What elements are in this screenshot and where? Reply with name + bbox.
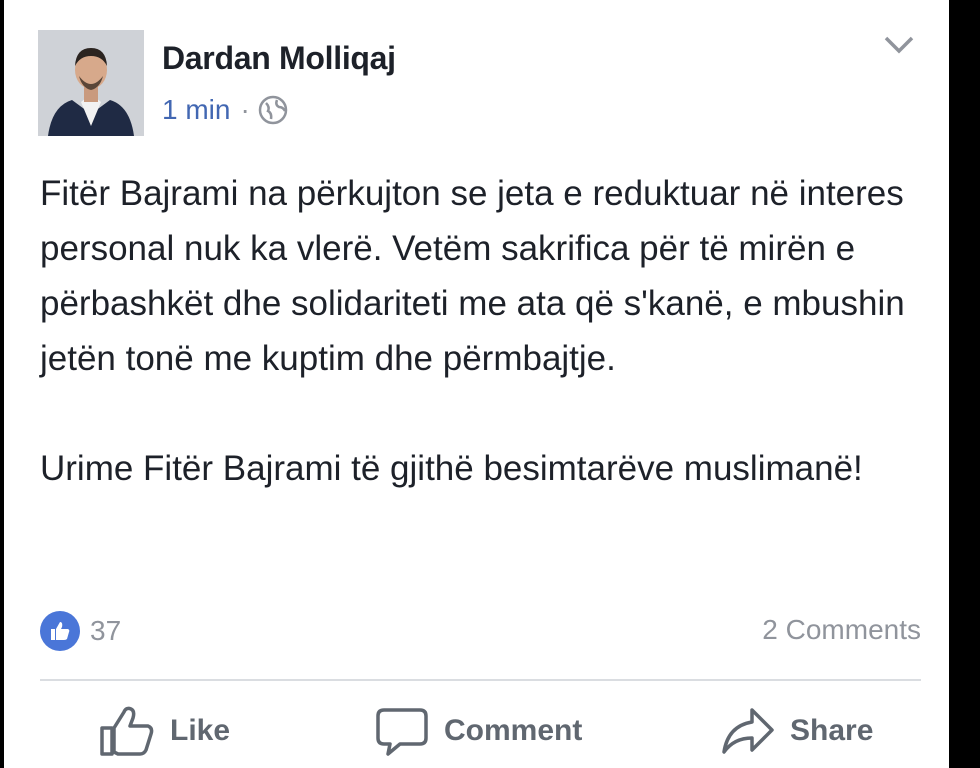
reaction-summary[interactable]: 37 — [40, 610, 121, 652]
chevron-down-icon[interactable] — [882, 32, 916, 56]
divider — [40, 679, 921, 681]
avatar[interactable] — [38, 30, 144, 136]
post-paragraph-1: Fitër Bajrami na përkujton se jeta e red… — [40, 174, 905, 378]
timestamp[interactable]: 1 min — [162, 94, 230, 126]
post-meta: 1 min · — [162, 92, 288, 128]
author-name[interactable]: Dardan Molliqaj — [162, 40, 396, 77]
profile-photo — [38, 30, 144, 136]
like-reaction-icon — [40, 611, 80, 651]
comments-count-link[interactable]: 2 Comments — [762, 614, 921, 646]
post-paragraph-2: Urime Fitër Bajrami të gjithë besimtarëv… — [40, 449, 863, 488]
facebook-post: Dardan Molliqaj 1 min · Fitër Bajrami na… — [4, 0, 949, 768]
post-text: Fitër Bajrami na përkujton se jeta e red… — [40, 166, 920, 496]
share-button[interactable]: Share — [720, 700, 873, 762]
globe-icon[interactable] — [258, 95, 288, 125]
like-button[interactable]: Like — [98, 700, 230, 762]
share-arrow-icon — [722, 708, 774, 754]
comment-icon — [376, 708, 428, 756]
like-label: Like — [170, 714, 231, 747]
thumbs-up-icon — [100, 706, 154, 756]
share-label: Share — [790, 714, 874, 747]
comment-button[interactable]: Comment — [374, 700, 582, 762]
action-bar: Like Comment Share — [4, 700, 949, 762]
meta-separator: · — [240, 94, 250, 125]
comment-label: Comment — [444, 714, 583, 747]
reaction-count: 37 — [90, 615, 122, 646]
